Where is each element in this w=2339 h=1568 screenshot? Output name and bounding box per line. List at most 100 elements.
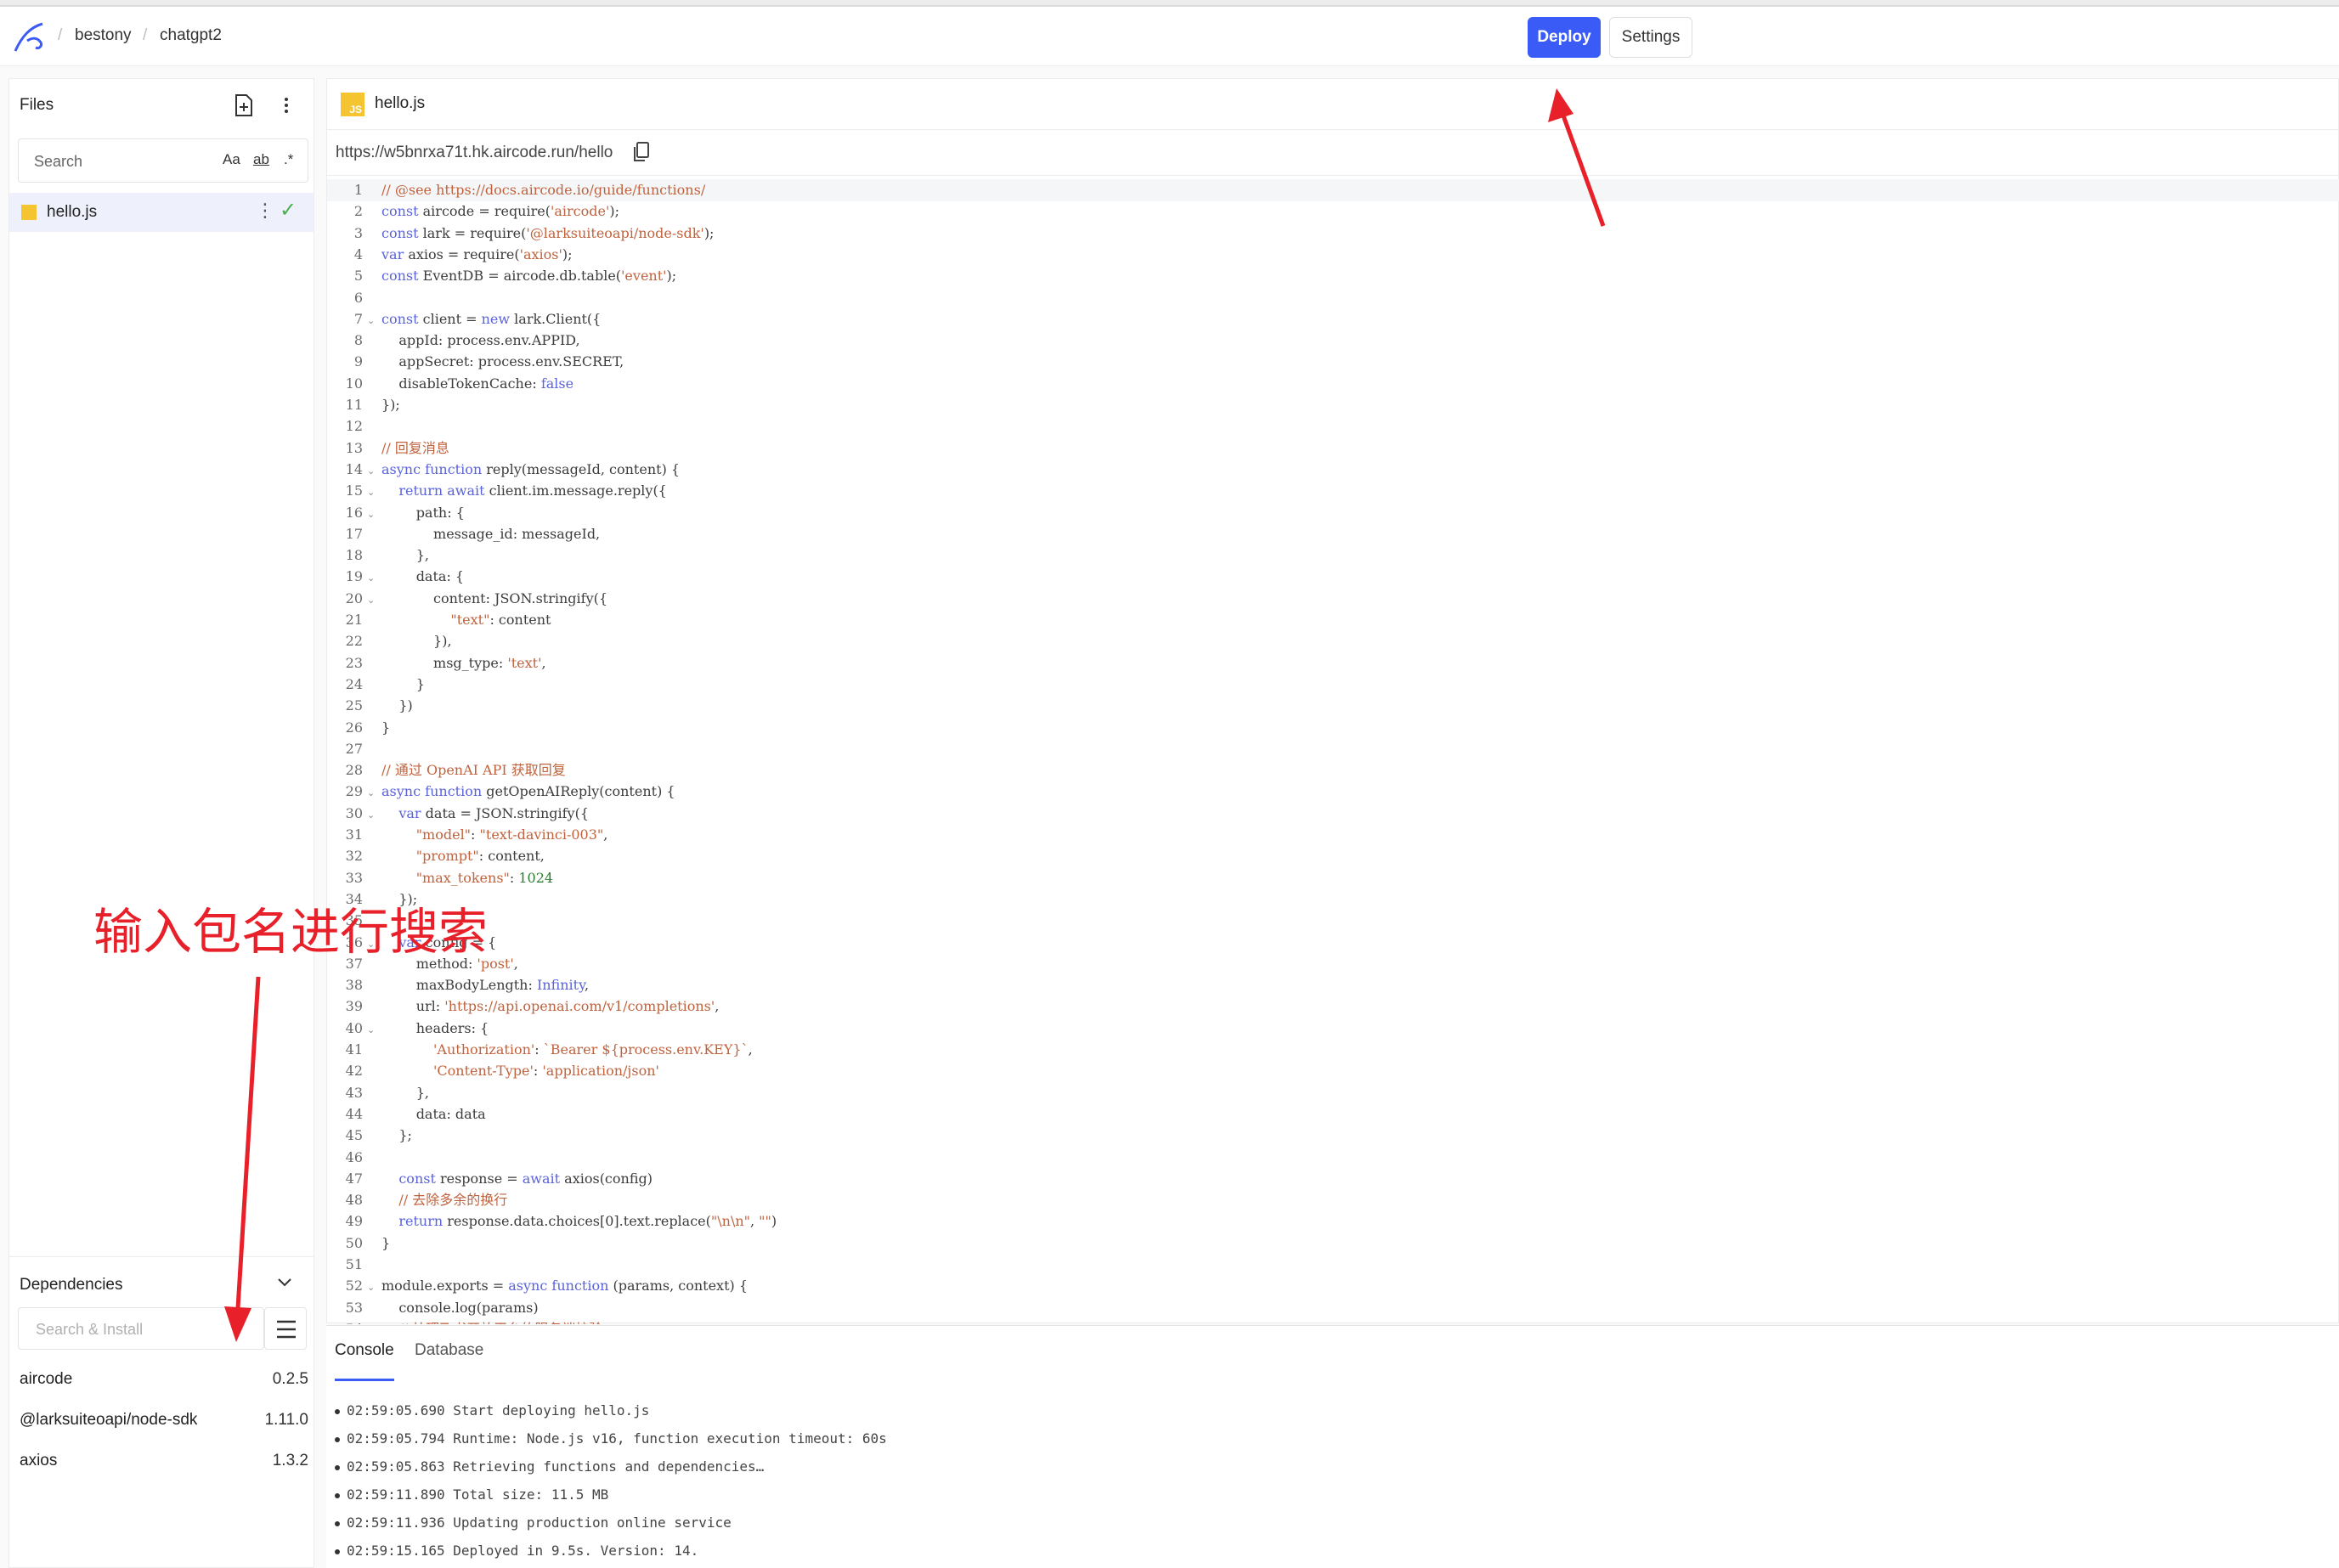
code-line[interactable]: 37 method: 'post', xyxy=(327,953,2339,975)
code-line[interactable]: 27 xyxy=(327,738,2339,760)
code-line[interactable]: 18 }, xyxy=(327,544,2339,567)
code-line[interactable]: 52 ⌄ module.exports = async function (para… xyxy=(327,1275,2339,1297)
code-line[interactable]: 6 xyxy=(327,287,2339,309)
line-number: 20 xyxy=(345,589,363,606)
code-line[interactable]: 36 ⌄ var config = { xyxy=(327,932,2339,954)
code-line[interactable]: 39 url: 'https://api.openai.com/v1/compl… xyxy=(327,996,2339,1018)
line-number: 18 xyxy=(345,547,363,564)
dependency-search-input[interactable]: Search & Install xyxy=(18,1307,264,1350)
code-line[interactable]: 49 return response.data.choices[0].text.… xyxy=(327,1210,2339,1232)
code-text: appId: process.env.APPID, xyxy=(381,332,580,349)
code-line[interactable]: 31 "model": "text-davinci-003", xyxy=(327,824,2339,846)
function-url[interactable]: https://w5bnrxa71t.hk.aircode.run/hello xyxy=(336,144,613,162)
code-line[interactable]: 21 "text": content xyxy=(327,609,2339,631)
fold-toggle-icon[interactable]: ⌄ xyxy=(367,460,375,482)
code-line[interactable]: 29 ⌄ async function getOpenAIReply(content… xyxy=(327,781,2339,803)
regex-toggle[interactable]: .* xyxy=(284,151,293,168)
code-line[interactable]: 43 }, xyxy=(327,1082,2339,1104)
breadcrumb-app[interactable]: chatgpt2 xyxy=(160,25,222,46)
aircode-logo-icon[interactable] xyxy=(10,19,48,56)
code-line[interactable]: 35 xyxy=(327,910,2339,932)
code-line[interactable]: 15 ⌄ return await client.im.message.reply… xyxy=(327,480,2339,502)
function-url-bar: https://w5bnrxa71t.hk.aircode.run/hello xyxy=(327,130,2339,176)
code-line[interactable]: 25 }) xyxy=(327,695,2339,717)
code-text: "text": content xyxy=(450,612,551,628)
tab-console[interactable]: Console xyxy=(335,1341,394,1360)
code-line[interactable]: 13 // 回复消息 xyxy=(327,437,2339,460)
dependency-list-menu-button[interactable] xyxy=(264,1307,307,1350)
code-line[interactable]: 41 'Authorization': `Bearer ${process.en… xyxy=(327,1039,2339,1061)
code-line[interactable]: 40 ⌄ headers: { xyxy=(327,1018,2339,1040)
fold-toggle-icon[interactable]: ⌄ xyxy=(367,589,375,612)
breadcrumb-user[interactable]: bestony xyxy=(75,25,132,46)
code-line[interactable]: 4 var axios = require('axios'); xyxy=(327,244,2339,266)
files-search-input[interactable]: Search Aa ab .* xyxy=(18,138,308,183)
code-line[interactable]: 46 xyxy=(327,1147,2339,1169)
chevron-down-icon[interactable] xyxy=(274,1272,295,1293)
match-word-toggle[interactable]: ab xyxy=(253,151,269,168)
code-line[interactable]: 12 xyxy=(327,415,2339,437)
code-line[interactable]: 1 // @see https://docs.aircode.io/guide/f… xyxy=(327,179,2339,201)
code-line[interactable]: 33 "max_tokens": 1024 xyxy=(327,867,2339,889)
code-line[interactable]: 51 xyxy=(327,1254,2339,1276)
copy-icon[interactable] xyxy=(631,140,652,164)
code-line[interactable]: 2 const aircode = require('aircode'); xyxy=(327,200,2339,223)
dependencies-header[interactable]: Dependencies xyxy=(9,1256,314,1307)
code-line[interactable]: 22 }), xyxy=(327,630,2339,652)
code-line[interactable]: 48 // 去除多余的换行 xyxy=(327,1189,2339,1211)
code-line[interactable]: 3 const lark = require('@larksuiteoapi/no… xyxy=(327,223,2339,245)
code-line[interactable]: 24 } xyxy=(327,674,2339,696)
code-line[interactable]: 5 const EventDB = aircode.db.table('event… xyxy=(327,265,2339,287)
code-line[interactable]: 32 "prompt": content, xyxy=(327,845,2339,867)
tab-database[interactable]: Database xyxy=(415,1341,483,1360)
code-line[interactable]: 47 const response = await axios(config) xyxy=(327,1168,2339,1190)
fold-toggle-icon[interactable]: ⌄ xyxy=(367,310,375,332)
code-line[interactable]: 16 ⌄ path: { xyxy=(327,502,2339,524)
line-number: 54 xyxy=(327,1318,363,1324)
code-line[interactable]: 54 // 处理飞书开放平台的服务端校验 xyxy=(327,1318,2339,1324)
file-item-hello-js[interactable]: hello.js ⋮ ✓ xyxy=(9,193,314,232)
code-area[interactable]: 1 // @see https://docs.aircode.io/guide/f… xyxy=(327,176,2339,1324)
code-line[interactable]: 30 ⌄ var data = JSON.stringify({ xyxy=(327,803,2339,825)
code-line[interactable]: 19 ⌄ data: { xyxy=(327,566,2339,588)
settings-button[interactable]: Settings xyxy=(1609,17,1692,58)
code-line[interactable]: 44 data: data xyxy=(327,1103,2339,1125)
fold-toggle-icon[interactable]: ⌄ xyxy=(367,782,375,804)
fold-toggle-icon[interactable]: ⌄ xyxy=(367,1277,375,1299)
editor-tab-hello-js[interactable]: hello.js xyxy=(375,94,425,113)
fold-toggle-icon[interactable]: ⌄ xyxy=(367,804,375,826)
code-line[interactable]: 34 }); xyxy=(327,888,2339,911)
code-line[interactable]: 38 maxBodyLength: Infinity, xyxy=(327,974,2339,996)
deployed-check-icon: ✓ xyxy=(280,199,297,222)
deploy-button[interactable]: Deploy xyxy=(1528,17,1601,58)
code-line[interactable]: 50} xyxy=(327,1232,2339,1255)
editor-tab-bar: JS hello.js xyxy=(327,79,2339,130)
fold-toggle-icon[interactable]: ⌄ xyxy=(367,482,375,504)
fold-toggle-icon[interactable]: ⌄ xyxy=(367,567,375,589)
code-line[interactable]: 7 ⌄ const client = new lark.Client({ xyxy=(327,308,2339,330)
code-line[interactable]: 14 ⌄ async function reply(messageId, conte… xyxy=(327,459,2339,481)
code-line[interactable]: 42 'Content-Type': 'application/json' xyxy=(327,1060,2339,1082)
code-line[interactable]: 17 message_id: messageId, xyxy=(327,523,2339,545)
code-line[interactable]: 53 console.log(params) xyxy=(327,1297,2339,1319)
code-line[interactable]: 26} xyxy=(327,717,2339,739)
dependency-item[interactable]: axios 1.3.2 xyxy=(20,1452,308,1477)
fold-toggle-icon[interactable]: ⌄ xyxy=(367,504,375,526)
new-file-icon[interactable] xyxy=(232,93,256,118)
code-line[interactable]: 23 msg_type: 'text', xyxy=(327,652,2339,674)
fold-toggle-icon[interactable]: ⌄ xyxy=(367,1019,375,1041)
code-line[interactable]: 10 disableTokenCache: false xyxy=(327,373,2339,395)
more-options-icon[interactable] xyxy=(276,93,297,118)
match-case-toggle[interactable]: Aa xyxy=(223,151,240,168)
dependency-item[interactable]: aircode 0.2.5 xyxy=(20,1370,308,1396)
code-line[interactable]: 20 ⌄ content: JSON.stringify({ xyxy=(327,588,2339,610)
line-number: 51 xyxy=(345,1256,363,1272)
code-line[interactable]: 9 appSecret: process.env.SECRET, xyxy=(327,351,2339,373)
file-more-icon[interactable]: ⋮ xyxy=(256,200,274,222)
code-line[interactable]: 8 appId: process.env.APPID, xyxy=(327,330,2339,352)
code-line[interactable]: 11}); xyxy=(327,394,2339,416)
code-line[interactable]: 45 }; xyxy=(327,1125,2339,1147)
dependency-item[interactable]: @larksuiteoapi/node-sdk 1.11.0 xyxy=(20,1411,308,1436)
code-line[interactable]: 28 // 通过 OpenAI API 获取回复 xyxy=(327,759,2339,781)
code-text: "model": "text-davinci-003", xyxy=(415,826,608,843)
